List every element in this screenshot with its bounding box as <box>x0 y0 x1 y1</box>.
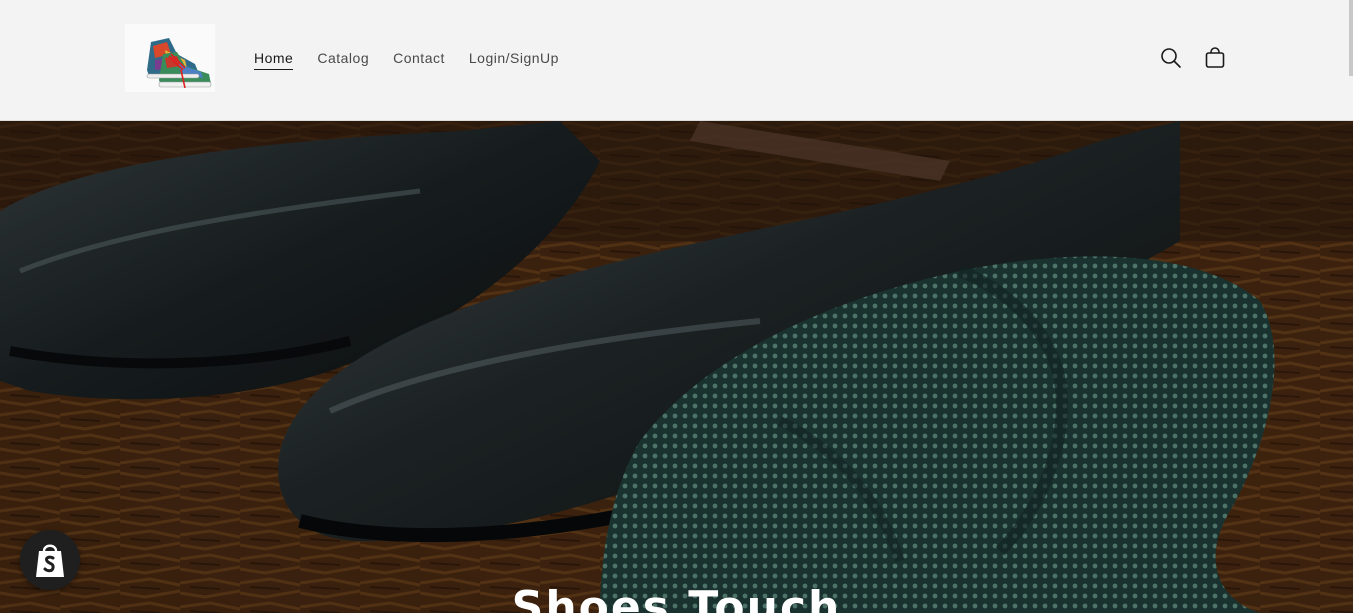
nav-catalog[interactable]: Catalog <box>317 49 369 70</box>
logo[interactable] <box>125 24 215 92</box>
nav-contact[interactable]: Contact <box>393 49 445 70</box>
shopify-badge[interactable] <box>20 530 80 590</box>
nav-login-signup[interactable]: Login/SignUp <box>469 49 559 70</box>
hero-banner: Shoes Touch <box>0 121 1353 613</box>
scrollbar[interactable] <box>1349 0 1353 76</box>
cart-icon <box>1205 47 1225 68</box>
search-icon <box>1161 48 1181 68</box>
sneaker-logo-icon <box>125 24 215 92</box>
main-nav: Home Catalog Contact Login/SignUp <box>254 49 559 70</box>
site-header: Home Catalog Contact Login/SignUp <box>0 0 1353 121</box>
hero-title: Shoes Touch <box>511 582 842 613</box>
page: Home Catalog Contact Login/SignUp Shoes … <box>0 0 1353 613</box>
search-button[interactable] <box>1157 44 1185 72</box>
shopify-bag-icon <box>36 544 64 577</box>
cart-button[interactable] <box>1201 44 1229 72</box>
nav-home[interactable]: Home <box>254 49 294 70</box>
hero-overlay <box>0 121 1353 613</box>
